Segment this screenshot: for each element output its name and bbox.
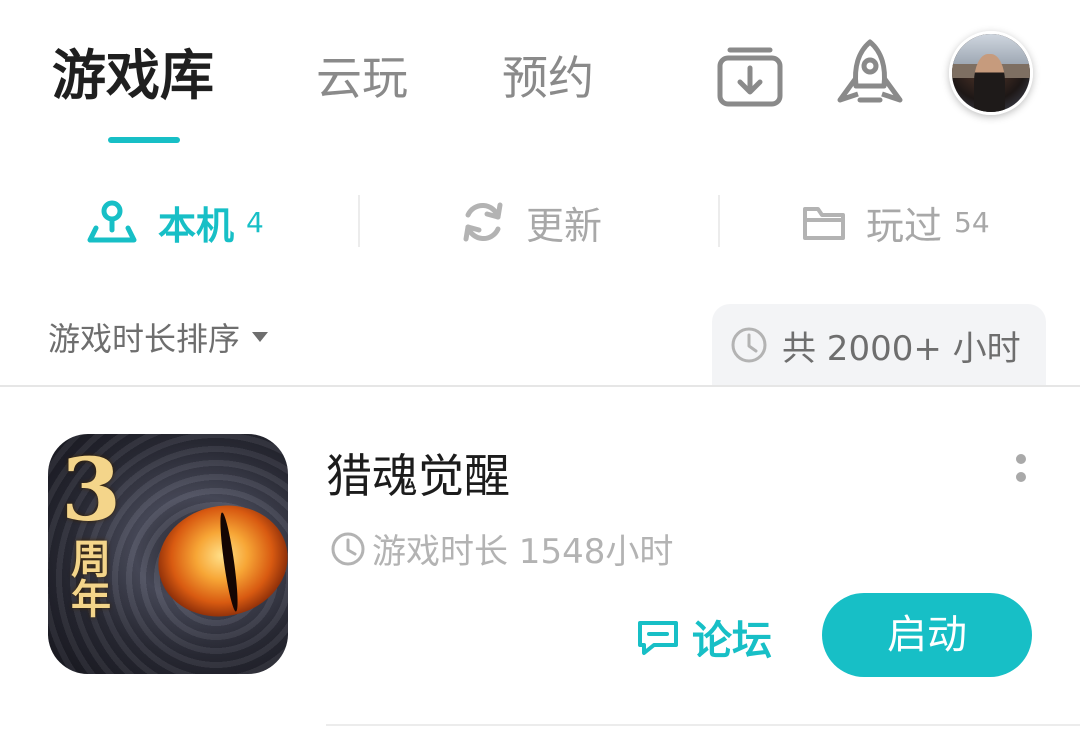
game-title[interactable]: 猎魂觉醒	[326, 440, 510, 506]
sort-dropdown[interactable]: 游戏时长排序	[48, 314, 269, 360]
filter-update-label: 更新	[526, 203, 603, 248]
game-library-page: 游戏库 云玩 预约 本机 4 更新 玩过 54 游戏时长排序 共 2000+ 小…	[0, 0, 1080, 732]
card-divider	[326, 724, 1080, 726]
clock-icon	[331, 532, 365, 565]
refresh-icon	[463, 202, 503, 242]
filter-played-label: 玩过	[866, 203, 943, 248]
game-icon[interactable]: 3 周年	[48, 434, 288, 674]
chat-bubble-icon	[638, 621, 678, 655]
caret-down-icon	[252, 332, 269, 342]
local-device-icon	[87, 200, 137, 243]
user-avatar[interactable]	[949, 31, 1033, 115]
rocket-icon[interactable]	[834, 38, 906, 110]
filter-local-count: 4	[246, 205, 264, 239]
total-playtime-badge: 共 2000+ 小时	[712, 304, 1046, 386]
game-playtime: 游戏时长 1548小时	[330, 524, 673, 573]
filter-update[interactable]: 更新	[460, 192, 602, 252]
section-divider	[0, 385, 1080, 387]
tab-cloud-play[interactable]: 云玩	[316, 42, 408, 114]
anniversary-badge: 3 周年	[61, 440, 121, 623]
tab-reservation[interactable]: 预约	[502, 42, 594, 114]
sort-label: 游戏时长排序	[48, 320, 241, 358]
download-icon[interactable]	[716, 40, 784, 108]
total-playtime-text: 共 2000+ 小时	[782, 328, 1021, 369]
filter-local-label: 本机	[158, 203, 235, 248]
game-playtime-text: 游戏时长 1548小时	[372, 532, 674, 572]
more-options-icon[interactable]	[1014, 454, 1028, 490]
filter-divider	[358, 195, 360, 247]
forum-label: 论坛	[692, 618, 772, 664]
launch-button[interactable]: 启动	[822, 593, 1032, 677]
clock-icon	[731, 327, 767, 363]
library-filter-bar: 本机 4 更新 玩过 54	[0, 192, 1080, 252]
folder-icon	[803, 207, 845, 240]
tab-game-library[interactable]: 游戏库	[52, 40, 214, 112]
filter-played[interactable]: 玩过 54	[802, 192, 990, 252]
active-tab-indicator	[108, 137, 180, 143]
forum-button[interactable]: 论坛	[636, 608, 772, 666]
filter-local[interactable]: 本机 4	[86, 192, 264, 252]
filter-divider	[718, 195, 720, 247]
filter-played-count: 54	[954, 205, 990, 239]
